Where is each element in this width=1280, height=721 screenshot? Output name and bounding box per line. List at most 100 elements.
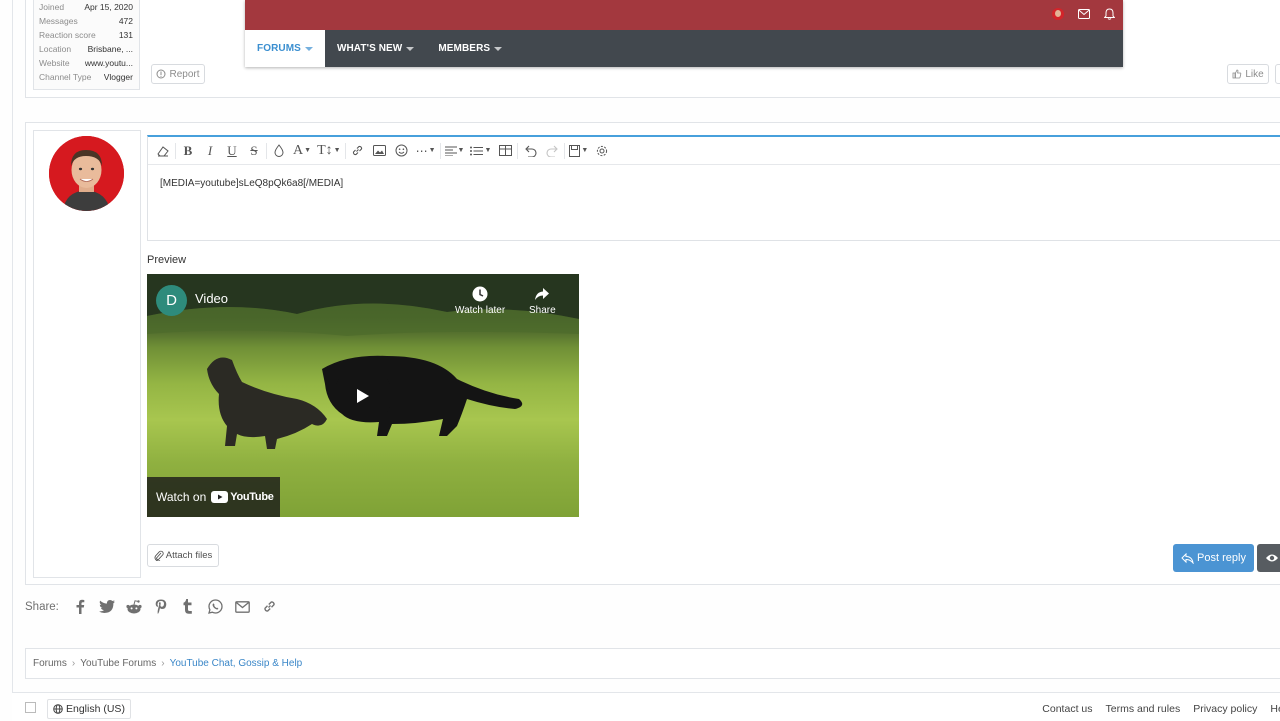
- extra-key: Channel Type: [39, 72, 92, 82]
- more-options-icon[interactable]: ⋯ ▼: [413, 140, 439, 162]
- undo-icon[interactable]: [519, 140, 541, 162]
- pinterest-icon[interactable]: [153, 598, 170, 615]
- post-reply-label: Post reply: [1197, 552, 1246, 564]
- message-editor[interactable]: B I U S A ▼ T↕ ▼ ⋯ ▼ ▼ ▼ ▼ [MEDIA=youtub…: [147, 135, 1280, 241]
- list-icon[interactable]: ▼: [467, 140, 494, 162]
- language-chooser[interactable]: English (US): [47, 699, 131, 719]
- thumbs-up-icon: [1232, 69, 1242, 79]
- share-label: Share:: [25, 600, 59, 613]
- globe-icon: [53, 704, 63, 714]
- watch-later-button[interactable]: Watch later: [455, 286, 505, 316]
- language-label: English (US): [66, 703, 125, 715]
- play-icon: [357, 388, 369, 403]
- underline-icon[interactable]: U: [221, 140, 243, 162]
- tab-members[interactable]: MEMBERS: [426, 30, 514, 67]
- color-drop-icon[interactable]: [268, 140, 290, 162]
- footer-checkbox[interactable]: [25, 702, 36, 713]
- reply-icon: [1181, 552, 1194, 564]
- watch-on-youtube-link[interactable]: Watch on YouTube: [147, 477, 280, 517]
- extra-value[interactable]: www.youtu...: [85, 56, 133, 70]
- image-icon[interactable]: [369, 140, 391, 162]
- redo-icon[interactable]: [541, 140, 563, 162]
- footer-link-contact[interactable]: Contact us: [1042, 703, 1092, 715]
- avatar[interactable]: [49, 136, 124, 211]
- bell-icon[interactable]: [1104, 8, 1115, 20]
- share-video-button[interactable]: Share: [529, 286, 556, 316]
- extra-value: Brisbane, ...: [87, 44, 133, 54]
- eye-icon: [1266, 554, 1278, 562]
- user-extras: Joined Apr 15, 2020 Messages 472 Reaction …: [33, 0, 140, 90]
- whatsapp-icon[interactable]: [207, 598, 224, 615]
- smiley-icon[interactable]: [391, 140, 413, 162]
- extra-value: 131: [118, 30, 133, 40]
- footer: English (US) Contact us Terms and rules …: [12, 692, 1280, 721]
- share-label: Share: [529, 305, 556, 316]
- gear-icon[interactable]: [591, 140, 613, 162]
- attach-files-button[interactable]: Attach files: [147, 544, 219, 567]
- channel-avatar[interactable]: D: [156, 285, 187, 316]
- more-reactions-button[interactable]: [1275, 64, 1280, 84]
- email-icon[interactable]: [234, 598, 251, 615]
- extra-value: Apr 15, 2020: [84, 2, 133, 12]
- drafts-icon[interactable]: ▼: [566, 140, 591, 162]
- like-button[interactable]: Like: [1227, 64, 1269, 84]
- extra-value: Vlogger: [103, 72, 133, 82]
- bold-icon[interactable]: B: [177, 140, 199, 162]
- toolbar-divider: [439, 142, 441, 159]
- footer-link-privacy[interactable]: Privacy policy: [1193, 703, 1257, 715]
- page-left-border: [12, 0, 13, 720]
- clock-icon: [472, 286, 488, 302]
- preview-toggle-button[interactable]: [1257, 544, 1280, 572]
- youtube-embed[interactable]: D Video Watch later Share Watch on YouTu…: [147, 274, 579, 517]
- editor-content[interactable]: [MEDIA=youtube]sLeQ8pQk6a8[/MEDIA]: [148, 165, 1280, 202]
- eraser-icon[interactable]: [152, 140, 174, 162]
- font-family-icon[interactable]: A ▼: [290, 140, 314, 162]
- chevron-down-icon: [304, 46, 313, 51]
- attach-files-label: Attach files: [165, 550, 213, 561]
- toolbar-divider: [517, 142, 519, 159]
- facebook-icon[interactable]: [72, 598, 89, 615]
- watch-later-label: Watch later: [455, 305, 506, 316]
- toolbar-divider: [266, 142, 267, 159]
- inbox-icon[interactable]: [1078, 9, 1090, 19]
- table-icon[interactable]: [494, 140, 516, 162]
- twitter-icon[interactable]: [99, 598, 116, 615]
- footer-link-terms[interactable]: Terms and rules: [1106, 703, 1181, 715]
- floating-navbar: FORUMS WHAT'S NEW MEMBERS: [245, 0, 1123, 67]
- tab-forums[interactable]: FORUMS: [245, 30, 325, 67]
- toolbar-divider: [564, 142, 566, 159]
- breadcrumb-forums[interactable]: Forums: [33, 658, 67, 669]
- tumblr-icon[interactable]: [180, 598, 197, 615]
- link-icon[interactable]: [347, 140, 369, 162]
- post-reply-button[interactable]: Post reply: [1173, 544, 1254, 572]
- font-size-icon[interactable]: T↕ ▼: [314, 140, 344, 162]
- strikethrough-icon[interactable]: S: [243, 140, 265, 162]
- report-button[interactable]: Report: [151, 64, 205, 84]
- breadcrumb: Forums › YouTube Forums › YouTube Chat, …: [25, 648, 1280, 679]
- youtube-logo: YouTube: [211, 491, 274, 503]
- tab-whats-new[interactable]: WHAT'S NEW: [325, 30, 426, 67]
- user-avatar-small[interactable]: [1052, 8, 1064, 20]
- breadcrumb-current[interactable]: YouTube Chat, Gossip & Help: [170, 658, 303, 669]
- chevron-right-icon: ›: [161, 658, 165, 669]
- footer-links: Contact us Terms and rules Privacy polic…: [1042, 703, 1280, 715]
- italic-icon[interactable]: I: [199, 140, 221, 162]
- tab-label: FORUMS: [257, 43, 301, 54]
- chevron-right-icon: ›: [71, 658, 76, 669]
- reddit-icon[interactable]: [126, 598, 143, 615]
- navbar-tabs: FORUMS WHAT'S NEW MEMBERS: [245, 30, 1123, 67]
- extra-key: Reaction score: [39, 30, 96, 40]
- report-icon: [156, 69, 166, 79]
- video-title[interactable]: Video: [195, 291, 228, 306]
- youtube-icon: [211, 491, 229, 503]
- footer-link-help[interactable]: Help: [1270, 703, 1280, 715]
- align-icon[interactable]: ▼: [442, 140, 468, 162]
- chevron-down-icon: [406, 46, 415, 51]
- report-label: Report: [169, 68, 200, 80]
- extra-value: 472: [118, 16, 133, 26]
- breadcrumb-youtube-forums[interactable]: YouTube Forums: [80, 658, 156, 669]
- watch-on-label: Watch on: [156, 490, 207, 504]
- link-icon[interactable]: [261, 598, 278, 615]
- paperclip-icon: [154, 550, 164, 561]
- play-button[interactable]: [336, 377, 390, 414]
